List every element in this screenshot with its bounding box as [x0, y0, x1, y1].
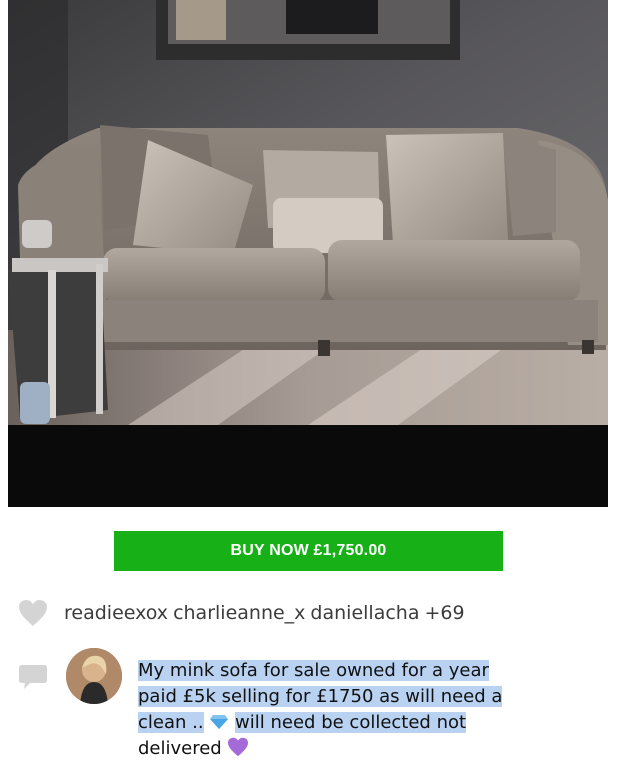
comment-line: paid £5k selling for £1750 as will need … — [138, 686, 503, 707]
liker-username[interactable]: readieexox — [64, 602, 168, 624]
comment-line: delivered — [138, 738, 222, 759]
likes-more-count[interactable]: +69 — [424, 602, 464, 624]
comment-line: will need be collected not — [235, 712, 467, 733]
heart-icon[interactable] — [18, 599, 48, 627]
liker-username[interactable]: daniellacha — [310, 602, 419, 624]
purple-heart-emoji-icon — [227, 737, 249, 759]
buy-now-button[interactable]: BUY NOW £1,750.00 — [114, 531, 503, 571]
speech-bubble-icon[interactable] — [18, 663, 48, 691]
likes-list: readieexox charlieanne_x daniellacha +69 — [64, 602, 465, 624]
comment-line: My mink sofa for sale owned for a year — [138, 660, 489, 681]
likes-row: readieexox charlieanne_x daniellacha +69 — [18, 597, 465, 629]
listing-photo[interactable] — [8, 0, 608, 507]
diamond-emoji-icon — [209, 712, 235, 733]
liker-username[interactable]: charlieanne_x — [173, 602, 305, 624]
comment-line: clean .. — [138, 712, 204, 733]
avatar[interactable] — [66, 648, 122, 704]
comment-text: My mink sofa for sale owned for a year p… — [138, 658, 588, 762]
